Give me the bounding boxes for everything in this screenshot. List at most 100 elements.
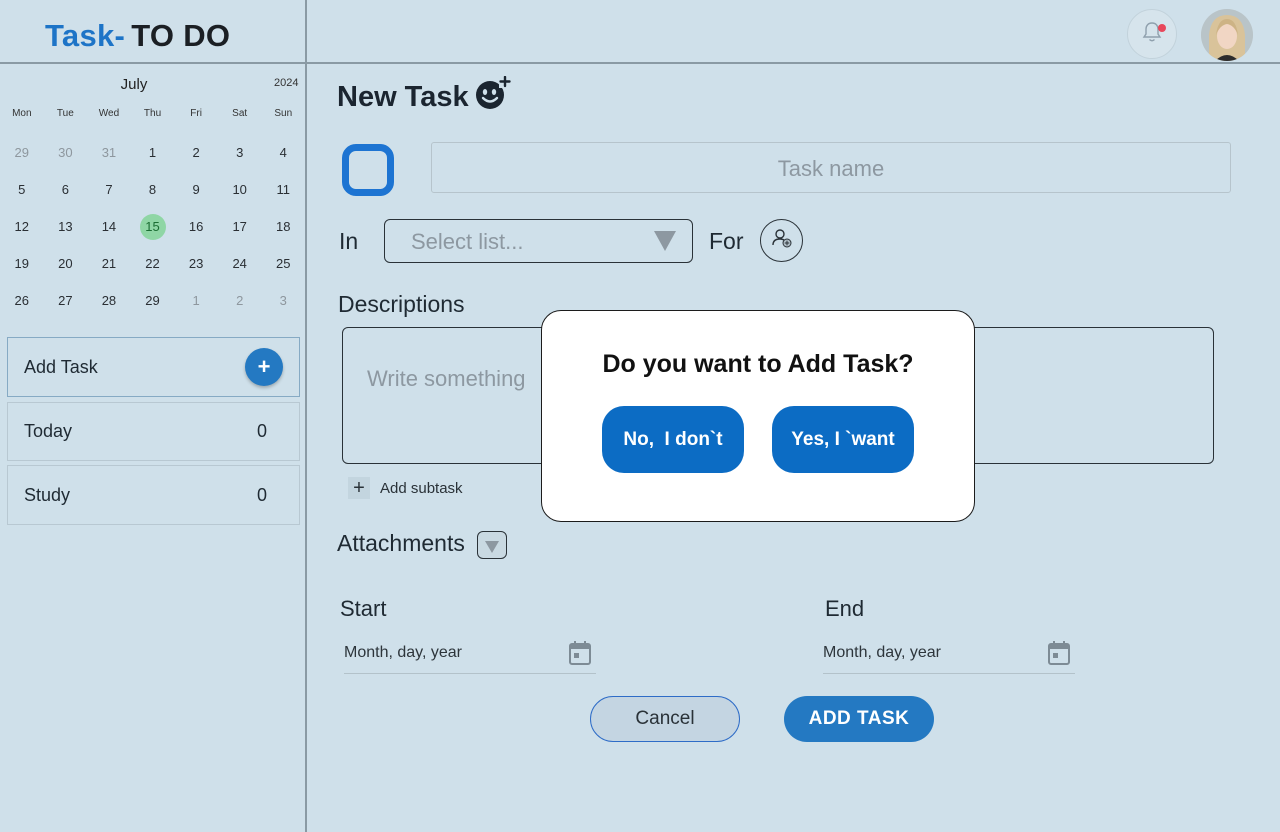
task-complete-checkbox[interactable] [342, 144, 394, 196]
calendar-day[interactable]: 8 [131, 182, 175, 197]
calendar-day[interactable]: 2 [218, 293, 262, 308]
calendar-day[interactable]: 7 [87, 182, 131, 197]
task-name-input[interactable]: Task name [431, 142, 1231, 193]
weekday-label: Sat [232, 107, 248, 119]
calendar-day[interactable]: 22 [131, 256, 175, 271]
notifications-button[interactable] [1127, 9, 1177, 59]
avatar[interactable] [1201, 9, 1253, 61]
list-select-placeholder: Select list... [411, 229, 524, 254]
cancel-button[interactable]: Cancel [590, 696, 740, 742]
calendar-day[interactable]: 1 [174, 293, 218, 308]
top-bar: Task- TO DO [0, 0, 1280, 64]
calendar-day[interactable]: 6 [44, 182, 88, 197]
assign-user-button[interactable] [760, 219, 803, 262]
calendar-day[interactable]: 14 [87, 219, 131, 234]
sidebar-item-study[interactable]: Study 0 [7, 465, 300, 525]
calendar-day[interactable]: 16 [174, 219, 218, 234]
list-count: 0 [256, 484, 267, 505]
add-task-plus-button[interactable]: + [245, 348, 283, 386]
add-subtask-label: Add subtask [380, 479, 463, 497]
sidebar-add-task[interactable]: Add Task + [7, 337, 300, 397]
calendar-day[interactable]: 10 [218, 182, 262, 197]
calendar-day[interactable]: 23 [174, 256, 218, 271]
calendar-day-selected[interactable]: 15 [131, 213, 175, 240]
calendar-week: 29 30 31 1 2 3 4 [0, 134, 305, 171]
start-label: Start [340, 596, 387, 621]
start-date-input[interactable]: Month, day, year [344, 634, 596, 674]
for-label: For [709, 228, 744, 254]
in-label: In [339, 228, 359, 254]
weekday-label: Mon [12, 107, 32, 119]
weekday-label: Sun [274, 107, 293, 119]
add-subtask-button[interactable]: + Add subtask [348, 477, 463, 499]
brand-logo: Task- TO DO [45, 18, 230, 54]
calendar-day[interactable]: 29 [0, 145, 44, 160]
dropdown-caret-icon [654, 231, 676, 251]
calendar-day[interactable]: 30 [44, 145, 88, 160]
descriptions-label: Descriptions [338, 291, 465, 317]
brand-part-1: Task- [45, 18, 126, 53]
sidebar-divider [305, 0, 307, 832]
calendar-day[interactable]: 1 [131, 145, 175, 160]
sidebar-item-today[interactable]: Today 0 [7, 402, 300, 461]
confirm-button[interactable]: Yes, I `want [772, 406, 914, 473]
end-label: End [825, 596, 865, 621]
calendar-week: 19 20 21 22 23 24 25 [0, 245, 305, 282]
calendar-day[interactable]: 13 [44, 219, 88, 234]
attachments-toggle[interactable] [477, 531, 507, 559]
calendar-day[interactable]: 18 [261, 219, 305, 234]
notification-dot [1158, 24, 1166, 32]
calendar-day[interactable]: 31 [87, 145, 131, 160]
calendar-day[interactable]: 25 [261, 256, 305, 271]
calendar-month: July [120, 76, 148, 93]
add-emoji-icon [475, 75, 511, 118]
calendar-day[interactable]: 9 [174, 182, 218, 197]
calendar-week: 26 27 28 29 1 2 3 [0, 282, 305, 319]
confirm-dialog-question: Do you want to Add Task? [602, 350, 914, 378]
calendar-day[interactable]: 12 [0, 219, 44, 234]
add-task-label: Add Task [24, 356, 98, 377]
calendar-icon[interactable] [568, 640, 592, 680]
today-marker: 15 [139, 213, 166, 240]
calendar-day[interactable]: 26 [0, 293, 44, 308]
page-title: New Task [337, 75, 511, 118]
calendar-day[interactable]: 3 [218, 145, 262, 160]
calendar-day[interactable]: 5 [0, 182, 44, 197]
list-count: 0 [256, 421, 267, 441]
calendar-week: 5 6 7 8 9 10 11 [0, 171, 305, 208]
plus-icon: + [348, 477, 370, 499]
list-label: Study [24, 484, 71, 505]
calendar-day[interactable]: 17 [218, 219, 262, 234]
weekday-label: Wed [98, 107, 120, 119]
calendar-icon[interactable] [1047, 640, 1071, 680]
brand-part-2: TO DO [131, 18, 231, 53]
calendar-day[interactable]: 2 [174, 145, 218, 160]
calendar-day[interactable]: 4 [261, 145, 305, 160]
calendar-day[interactable]: 27 [44, 293, 88, 308]
calendar-day[interactable]: 21 [87, 256, 131, 271]
confirm-dialog: Do you want to Add Task? No, I don`t Yes… [541, 310, 975, 522]
calendar-grid: Mon Tue Wed Thu Fri Sat Sun 29 30 31 1 2… [0, 106, 305, 319]
start-date-placeholder: Month, day, year [344, 644, 462, 661]
calendar-day[interactable]: 20 [44, 256, 88, 271]
weekday-label: Thu [143, 107, 162, 119]
list-select[interactable]: Select list... [384, 219, 693, 263]
calendar-day[interactable]: 11 [261, 182, 305, 197]
calendar-day[interactable]: 28 [87, 293, 131, 308]
calendar-day[interactable]: 24 [218, 256, 262, 271]
add-user-icon [770, 226, 794, 255]
list-label: Today [24, 421, 73, 441]
calendar-year: 2024 [274, 77, 299, 89]
calendar-day[interactable]: 19 [0, 256, 44, 271]
decline-button[interactable]: No, I don`t [602, 406, 744, 473]
page-title-text: New Task [337, 80, 469, 113]
calendar-day[interactable]: 29 [131, 293, 175, 308]
weekday-label: Tue [56, 107, 74, 119]
calendar-day[interactable]: 3 [261, 293, 305, 308]
app-root: Task- TO DO July 2024 Mon Tue Wed Thu Fr… [0, 0, 1280, 832]
add-task-submit-button[interactable]: ADD TASK [784, 696, 934, 742]
end-date-placeholder: Month, day, year [823, 644, 941, 661]
weekday-label: Fri [190, 107, 202, 119]
end-date-input[interactable]: Month, day, year [823, 634, 1075, 674]
calendar-week: 12 13 14 15 16 17 18 [0, 208, 305, 245]
